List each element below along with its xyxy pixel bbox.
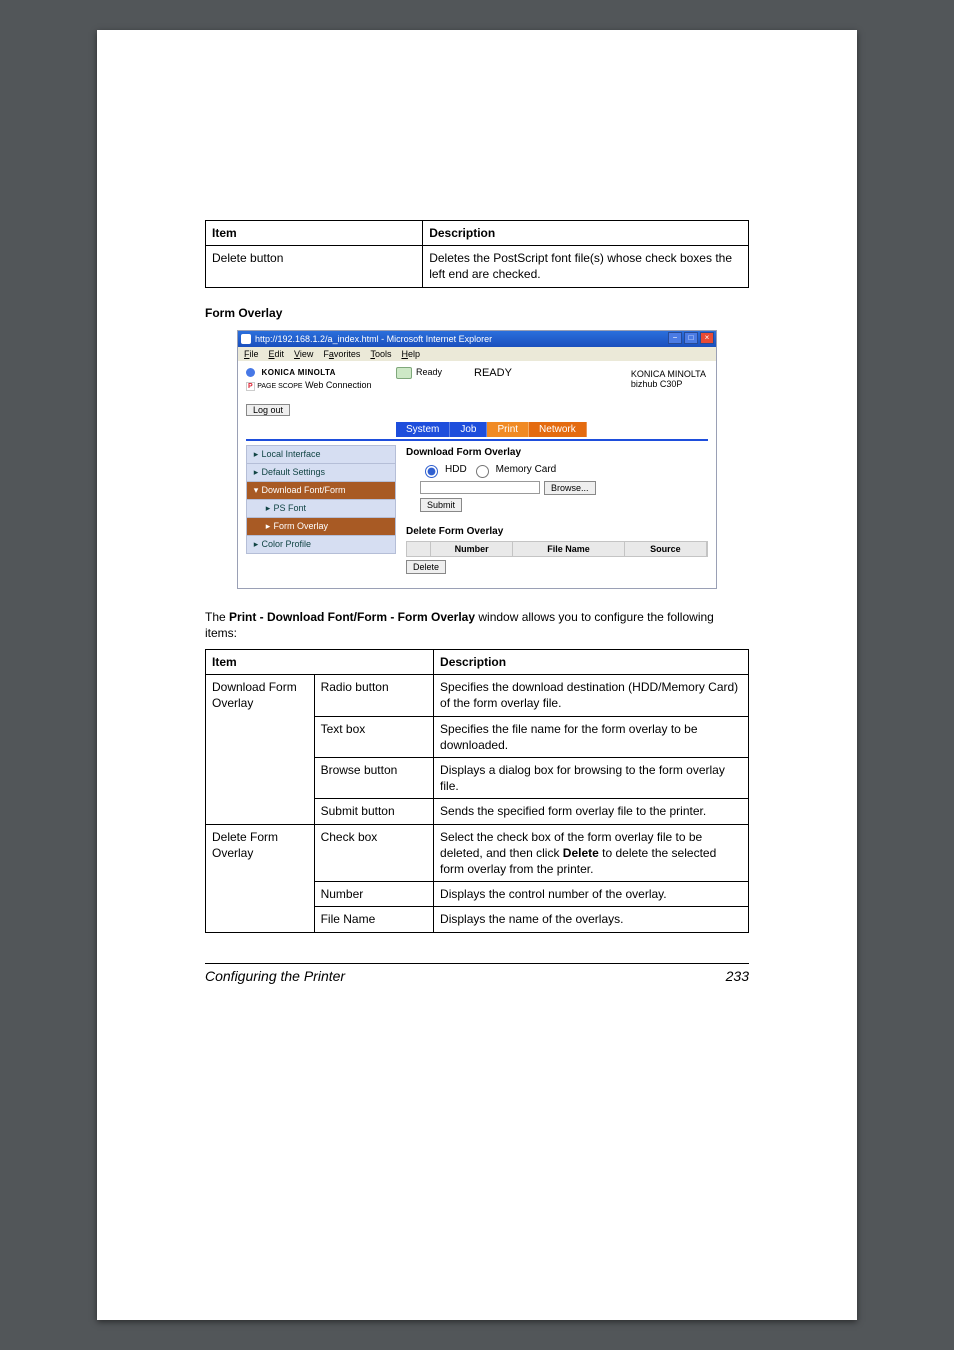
mh-desc: Description [434,650,749,675]
col-filename: File Name [513,542,625,556]
group1-name: Download Form Overlay [206,675,315,824]
main-item-desc-table: Item Description Download Form Overlay R… [205,649,749,932]
footer-page-number: 233 [726,968,749,984]
maximize-button[interactable]: □ [684,332,698,344]
sidebar-item-psfont[interactable]: ▸ PS Font [246,499,396,518]
menu-bar: File Edit View Favorites Tools Help [238,347,716,361]
page-content: KONICA MINOLTA P PAGE SCOPE Web Connecti… [238,361,716,588]
main-panel: Download Form Overlay HDD Memory Card Br… [396,445,708,574]
g1r1-desc: Specifies the download destination (HDD/… [434,675,749,716]
device-label: KONICA MINOLTA bizhub C30P [631,369,706,391]
menu-edit[interactable]: Edit [269,349,285,359]
document-page: Item Description Delete button Deletes t… [97,30,857,1320]
g1r2-desc: Specifies the file name for the form ove… [434,716,749,757]
delete-button[interactable]: Delete [406,560,446,574]
g2r2-sub: Number [314,882,433,907]
file-path-input[interactable] [420,481,540,494]
menu-view[interactable]: View [294,349,313,359]
group2-name: Delete Form Overlay [206,824,315,932]
tab-print[interactable]: Print [487,422,529,437]
g2r3-desc: Displays the name of the overlays. [434,907,749,932]
g1r4-sub: Submit button [314,799,433,824]
ie-window: http://192.168.1.2/a_index.html - Micros… [237,330,717,589]
g2r3-sub: File Name [314,907,433,932]
radio-memory-label: Memory Card [496,464,557,475]
sidebar: ▸ Local Interface ▸ Default Settings ▾ D… [246,445,396,574]
tab-network[interactable]: Network [529,422,587,437]
g1r3-desc: Displays a dialog box for browsing to th… [434,758,749,799]
logout-button[interactable]: Log out [246,404,290,416]
brand-logo-icon [246,368,255,377]
menu-help[interactable]: Help [401,349,420,359]
sidebar-item-download[interactable]: ▾ Download Font/Form [246,481,396,500]
radio-hdd-label: HDD [445,464,467,475]
col-checkbox [407,542,431,556]
radio-hdd[interactable] [425,465,438,478]
menu-file[interactable]: File [244,349,259,359]
g1r3-sub: Browse button [314,758,433,799]
tab-job[interactable]: Job [450,422,487,437]
g1r1-sub: Radio button [314,675,433,716]
status-big: READY [474,367,512,379]
browse-button[interactable]: Browse... [544,481,596,495]
brand-name: KONICA MINOLTA [262,368,336,377]
submit-button[interactable]: Submit [420,498,462,512]
tab-bar: System Job Print Network [396,422,708,437]
top-item-desc-table: Item Description Delete button Deletes t… [205,220,749,288]
delete-heading: Delete Form Overlay [406,526,708,537]
page-footer: Configuring the Printer 233 [205,964,749,984]
sidebar-item-color[interactable]: ▸ Color Profile [246,535,396,554]
delete-table: Number File Name Source [406,541,708,557]
th-item: Item [206,221,423,246]
sidebar-item-defaults[interactable]: ▸ Default Settings [246,463,396,482]
mh-item: Item [206,650,434,675]
sidebar-item-formoverlay[interactable]: ▸ Form Overlay [246,517,396,536]
col-number: Number [431,542,513,556]
col-source: Source [625,542,707,556]
window-title: http://192.168.1.2/a_index.html - Micros… [255,334,492,344]
close-button[interactable]: × [700,332,714,344]
tab-system[interactable]: System [396,422,450,437]
th-desc: Description [423,221,749,246]
web-connection-label: P PAGE SCOPE Web Connection [246,380,396,390]
radio-memory[interactable] [476,465,489,478]
caption-paragraph: The Print - Download Font/Form - Form Ov… [205,609,749,641]
brand-block: KONICA MINOLTA P PAGE SCOPE Web Connecti… [246,367,396,390]
section-heading: Form Overlay [205,306,749,320]
footer-title: Configuring the Printer [205,968,345,984]
ie-icon [241,334,251,344]
minimize-button[interactable]: − [668,332,682,344]
menu-tools[interactable]: Tools [370,349,391,359]
download-heading: Download Form Overlay [406,447,708,458]
g1r4-desc: Sends the specified form overlay file to… [434,799,749,824]
td-desc: Deletes the PostScript font file(s) whos… [423,246,749,287]
td-item: Delete button [206,246,423,287]
g1r2-sub: Text box [314,716,433,757]
menu-favorites[interactable]: Favorites [323,349,360,359]
g2r2-desc: Displays the control number of the overl… [434,882,749,907]
g2r1-desc: Select the check box of the form overlay… [434,824,749,882]
printer-status-icon [396,367,412,379]
sidebar-item-local[interactable]: ▸ Local Interface [246,445,396,464]
g2r1-sub: Check box [314,824,433,882]
status-small: Ready [416,367,442,377]
window-titlebar: http://192.168.1.2/a_index.html - Micros… [238,331,716,347]
